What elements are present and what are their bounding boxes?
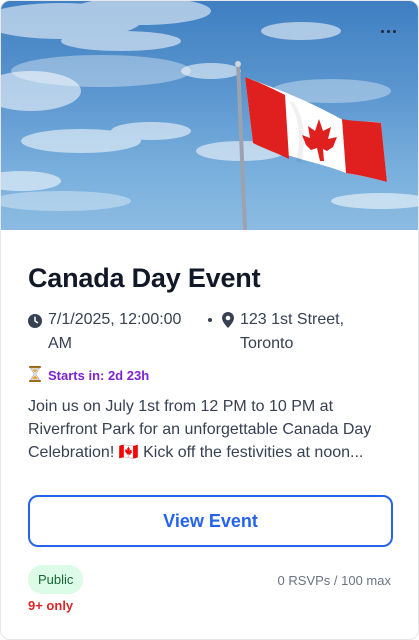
event-card: Canada Day Event 7/1/2025, 12:00:00 AM 1… <box>0 0 419 640</box>
countdown-text: Starts in: 2d 23h <box>48 368 150 383</box>
map-pin-icon <box>222 312 234 336</box>
event-image <box>1 1 418 230</box>
age-restriction: 9+ only <box>28 598 74 613</box>
meta-separator <box>208 318 212 322</box>
hourglass-icon <box>28 366 42 385</box>
event-meta: 7/1/2025, 12:00:00 AM 123 1st Street, To… <box>28 308 391 356</box>
view-event-button[interactable]: View Event <box>28 495 393 547</box>
event-title: Canada Day Event <box>28 263 261 293</box>
rsvp-count: 0 RSVPs / 100 max <box>277 573 391 588</box>
visibility-badge: Public <box>28 565 84 594</box>
clock-icon <box>28 312 42 336</box>
event-location: 123 1st Street, Toronto <box>240 311 345 352</box>
event-datetime: 7/1/2025, 12:00:00 AM <box>48 311 182 352</box>
footer-left: Public 9+ only <box>28 565 84 613</box>
card-content: Canada Day Event 7/1/2025, 12:00:00 AM 1… <box>1 230 418 547</box>
more-horizontal-icon <box>380 29 384 33</box>
more-options-button[interactable] <box>376 21 400 41</box>
flag-photo <box>1 1 418 230</box>
countdown: Starts in: 2d 23h <box>28 366 391 385</box>
event-description: Join us on July 1st from 12 PM to 10 PM … <box>28 398 372 461</box>
card-footer: Public 9+ only 0 RSVPs / 100 max <box>28 565 391 613</box>
more-dot <box>386 29 390 33</box>
more-dot <box>392 29 396 33</box>
